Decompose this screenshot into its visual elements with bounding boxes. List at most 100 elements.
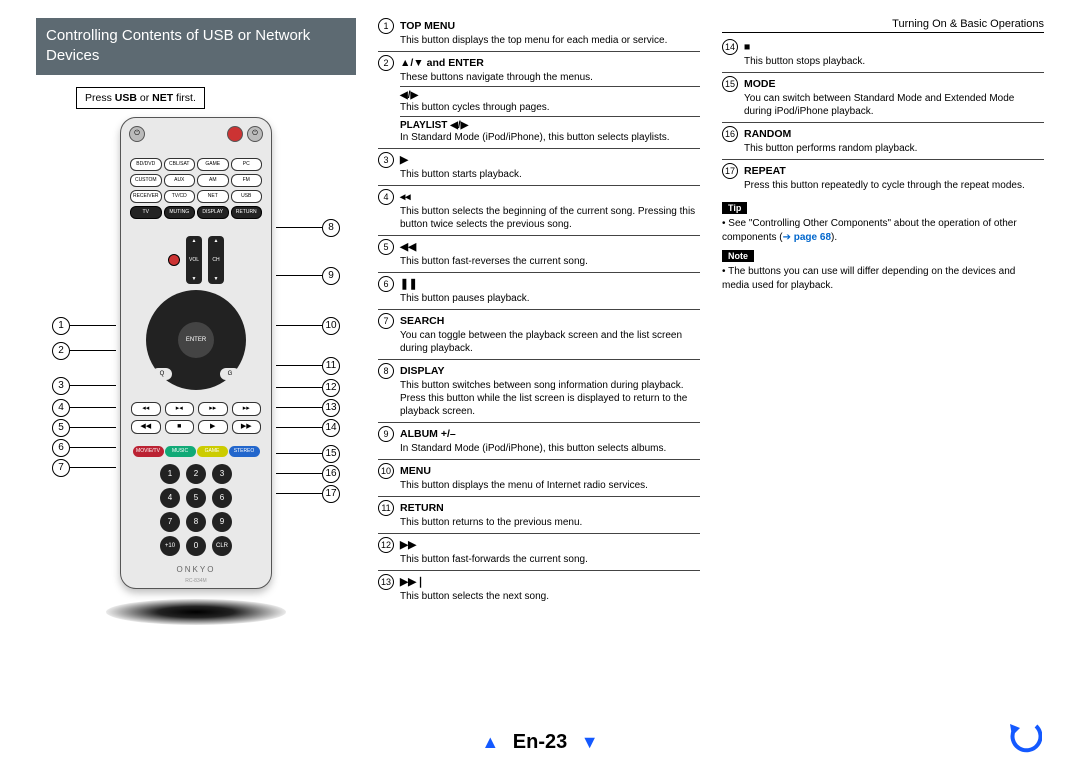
tip-tag: Tip [722, 202, 747, 214]
src-button: MUTING [164, 206, 196, 219]
tip-text: See "Controlling Other Components" about… [722, 217, 1044, 244]
src-button: USB [231, 190, 263, 203]
callout-8: 8 [322, 219, 340, 237]
item-7: 7SEARCHYou can toggle between the playba… [378, 309, 700, 355]
desc-column-b: Turning On & Basic Operations 14■This bu… [722, 18, 1044, 625]
callout-7: 7 [52, 459, 70, 477]
item-10: 10MENUThis button displays the menu of I… [378, 459, 700, 492]
callout-10: 10 [322, 317, 340, 335]
color-button: STEREO [229, 446, 260, 457]
callout-16: 16 [322, 465, 340, 483]
nav-ring: ENTER Q G [146, 290, 246, 390]
src-button: GAME [197, 158, 229, 171]
transport-button: ▸▸ [232, 402, 262, 416]
num-button: 7 [160, 512, 180, 532]
enter-button: ENTER [178, 322, 214, 358]
vol-rocker: ▲VOL▼ [186, 236, 202, 284]
callout-14: 14 [322, 419, 340, 437]
item-12: 12▶▶This button fast-forwards the curren… [378, 533, 700, 566]
item-14: 14■This button stops playback. [722, 39, 1044, 68]
callout-2: 2 [52, 342, 70, 360]
callout-3: 3 [52, 377, 70, 395]
item-2: 2▲/▼ and ENTERThese buttons navigate thr… [378, 51, 700, 144]
hint-b1: USB [115, 92, 137, 104]
transport-button: ▸◂ [165, 402, 195, 416]
power-icon: ⏻ [129, 126, 145, 142]
transport-button: ▸▸ [198, 402, 228, 416]
hint-post: first. [173, 92, 196, 104]
src-button: DISPLAY [197, 206, 229, 219]
remote-body: ⏻ ⏻ BD/DVD CBL/SAT GAME PC CUSTOM AUX [120, 117, 272, 589]
note-tag: Note [722, 250, 754, 262]
color-button: MUSIC [165, 446, 196, 457]
prev-page-icon[interactable]: ▲ [481, 732, 499, 753]
callout-1: 1 [52, 317, 70, 335]
src-button: PC [231, 158, 263, 171]
transport-button: ◂◂ [131, 402, 161, 416]
num-button: 4 [160, 488, 180, 508]
callout-12: 12 [322, 379, 340, 397]
callout-6: 6 [52, 439, 70, 457]
src-button: NET [197, 190, 229, 203]
src-button: RETURN [231, 206, 263, 219]
color-button: GAME [197, 446, 228, 457]
callout-5: 5 [52, 419, 70, 437]
src-button: AM [197, 174, 229, 187]
hint-pre: Press [85, 92, 115, 104]
num-button: +10 [160, 536, 180, 556]
item-1: 1TOP MENUThis button displays the top me… [378, 18, 700, 47]
src-button: AUX [164, 174, 196, 187]
item-5: 5◀◀This button fast-reverses the current… [378, 235, 700, 268]
src-button: FM [231, 174, 263, 187]
nav-g: G [220, 368, 240, 380]
callout-15: 15 [322, 445, 340, 463]
num-button: CLR [212, 536, 232, 556]
hint-mid: or [137, 92, 152, 104]
page-link[interactable]: page 68 [794, 232, 831, 243]
item-11: 11RETURNThis button returns to the previ… [378, 496, 700, 529]
ch-rocker: ▲CH▼ [208, 236, 224, 284]
num-button: 9 [212, 512, 232, 532]
src-button: BD/DVD [130, 158, 162, 171]
transport-button: ▶▶ [232, 420, 262, 434]
transport-button: ■ [165, 420, 195, 434]
item-8: 8DISPLAYThis button switches between son… [378, 359, 700, 418]
footer-nav: ▲ En-23 ▼ [0, 731, 1080, 754]
remote-shadow [106, 599, 286, 625]
item-15: 15MODEYou can switch between Standard Mo… [722, 72, 1044, 118]
item-16: 16RANDOMThis button performs random play… [722, 122, 1044, 155]
callout-9: 9 [322, 267, 340, 285]
src-button: TV [130, 206, 162, 219]
power-icon: ⏻ [247, 126, 263, 142]
num-button: 8 [186, 512, 206, 532]
num-button: 1 [160, 464, 180, 484]
power-icon [227, 126, 243, 142]
record-icon [168, 254, 180, 266]
item-4: 4◂◂This button selects the beginning of … [378, 185, 700, 231]
item-17: 17REPEATPress this button repeatedly to … [722, 159, 1044, 192]
breadcrumb: Turning On & Basic Operations [722, 18, 1044, 33]
desc-column-a: 1TOP MENUThis button displays the top me… [378, 18, 700, 625]
callout-4: 4 [52, 399, 70, 417]
num-button: 2 [186, 464, 206, 484]
hint-box: Press USB or NET first. [76, 87, 205, 109]
num-button: 5 [186, 488, 206, 508]
back-icon[interactable] [1006, 720, 1042, 756]
item-6: 6❚❚This button pauses playback. [378, 272, 700, 305]
next-page-icon[interactable]: ▼ [581, 732, 599, 753]
src-button: RECEIVER [130, 190, 162, 203]
transport-button: ◀◀ [131, 420, 161, 434]
num-button: 3 [212, 464, 232, 484]
src-button: CUSTOM [130, 174, 162, 187]
color-button: MOVIE/TV [133, 446, 164, 457]
nav-q: Q [152, 368, 172, 380]
transport-button: ▶ [198, 420, 228, 434]
model-label: RC-834M [121, 578, 271, 584]
callout-11: 11 [322, 357, 340, 375]
remote-illustration: 1 2 3 4 5 6 7 8 9 10 11 12 13 [46, 117, 346, 625]
section-title: Controlling Contents of USB or Network D… [36, 18, 356, 75]
callout-17: 17 [322, 485, 340, 503]
num-button: 0 [186, 536, 206, 556]
hint-b2: NET [152, 92, 173, 104]
brand-label: ONKYO [121, 565, 271, 574]
